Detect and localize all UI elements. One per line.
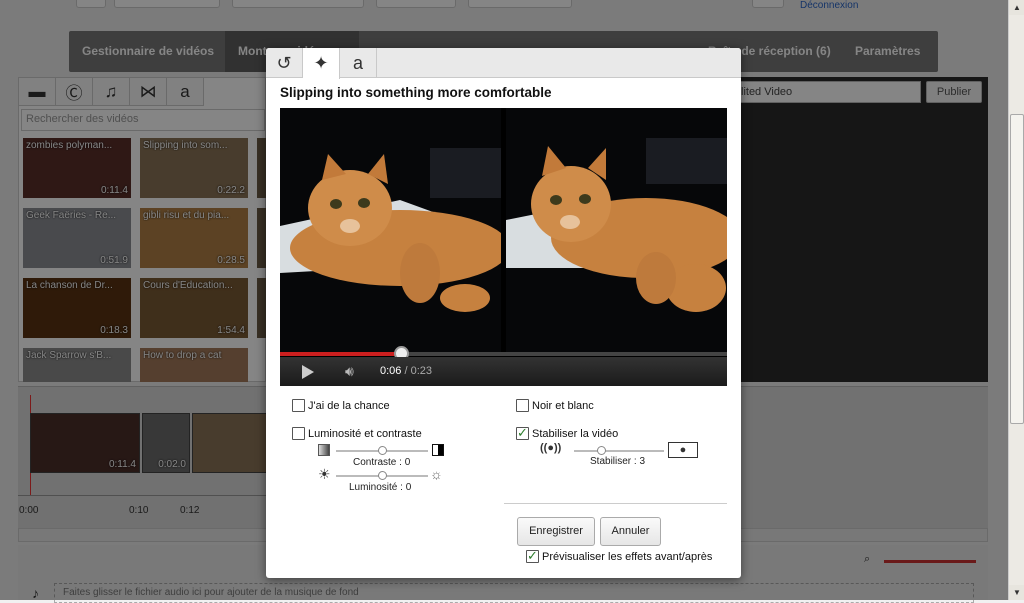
steady-person-icon: ● bbox=[668, 442, 698, 458]
video-player[interactable]: 🔊︎ 0:06 / 0:23 bbox=[280, 108, 727, 386]
brightness-value-label: Luminosité : 0 bbox=[349, 482, 412, 493]
high-contrast-icon bbox=[432, 444, 444, 456]
shaky-person-icon: ((●)) bbox=[540, 442, 562, 454]
enhancements-dialog: ↺ ✦ a Slipping into something more comfo… bbox=[266, 48, 741, 578]
scrollbar-thumb[interactable] bbox=[1010, 114, 1024, 424]
magic-wand-icon[interactable]: ✦ bbox=[303, 48, 340, 79]
volume-icon[interactable]: 🔊︎ bbox=[345, 363, 367, 380]
save-button[interactable]: Enregistrer bbox=[517, 517, 595, 546]
high-brightness-icon: ☼ bbox=[430, 466, 443, 482]
brightness-slider-handle[interactable] bbox=[378, 471, 387, 480]
progress-fill bbox=[280, 352, 401, 356]
low-contrast-icon bbox=[318, 444, 330, 456]
stabilize-slider[interactable] bbox=[574, 450, 664, 452]
text-icon[interactable]: a bbox=[340, 48, 377, 78]
time-display: 0:06 / 0:23 bbox=[380, 365, 432, 377]
preview-effects-checkbox[interactable] bbox=[526, 548, 539, 564]
contrast-slider-handle[interactable] bbox=[378, 446, 387, 455]
cancel-button[interactable]: Annuler bbox=[600, 517, 661, 546]
contrast-value-label: Contraste : 0 bbox=[353, 457, 411, 468]
dialog-tabs: ↺ ✦ a bbox=[266, 48, 741, 79]
scroll-up-arrow-icon[interactable]: ▲ bbox=[1009, 0, 1024, 15]
stabilize-slider-handle[interactable] bbox=[597, 446, 606, 455]
original-frame bbox=[280, 108, 501, 352]
play-icon[interactable] bbox=[302, 365, 314, 379]
lucky-option[interactable]: J'ai de la chance bbox=[292, 399, 390, 412]
rotate-icon[interactable]: ↺ bbox=[266, 48, 303, 78]
stabilize-checkbox[interactable] bbox=[516, 425, 529, 441]
scroll-down-arrow-icon[interactable]: ▼ bbox=[1009, 585, 1024, 600]
lucky-label: J'ai de la chance bbox=[308, 399, 390, 412]
stabilize-option[interactable]: Stabiliser la vidéo bbox=[516, 425, 619, 441]
black-white-option[interactable]: Noir et blanc bbox=[516, 399, 594, 412]
preview-frame bbox=[506, 108, 727, 352]
player-controls: 🔊︎ 0:06 / 0:23 bbox=[280, 357, 727, 386]
cat-image-original bbox=[280, 108, 501, 352]
stabilize-label: Stabiliser la vidéo bbox=[532, 427, 619, 440]
current-time: 0:06 bbox=[380, 365, 402, 377]
preview-effects-label: Prévisualiser les effets avant/après bbox=[542, 550, 713, 563]
black-white-checkbox[interactable] bbox=[516, 399, 529, 412]
total-time: / 0:23 bbox=[404, 365, 433, 377]
black-white-label: Noir et blanc bbox=[532, 399, 594, 412]
brightness-contrast-label: Luminosité et contraste bbox=[308, 427, 422, 440]
brightness-contrast-option[interactable]: Luminosité et contraste bbox=[292, 427, 422, 440]
stabilize-value-label: Stabiliser : 3 bbox=[590, 456, 646, 467]
video-title: Slipping into something more comfortable bbox=[280, 85, 552, 100]
cat-image-stabilized bbox=[506, 108, 727, 352]
low-brightness-icon: ☀ bbox=[318, 466, 331, 482]
brightness-contrast-checkbox[interactable] bbox=[292, 427, 305, 440]
lucky-checkbox[interactable] bbox=[292, 399, 305, 412]
divider bbox=[504, 503, 727, 504]
preview-effects-option[interactable]: Prévisualiser les effets avant/après bbox=[526, 548, 713, 564]
window-scrollbar[interactable]: ▲ ▼ bbox=[1008, 0, 1024, 600]
